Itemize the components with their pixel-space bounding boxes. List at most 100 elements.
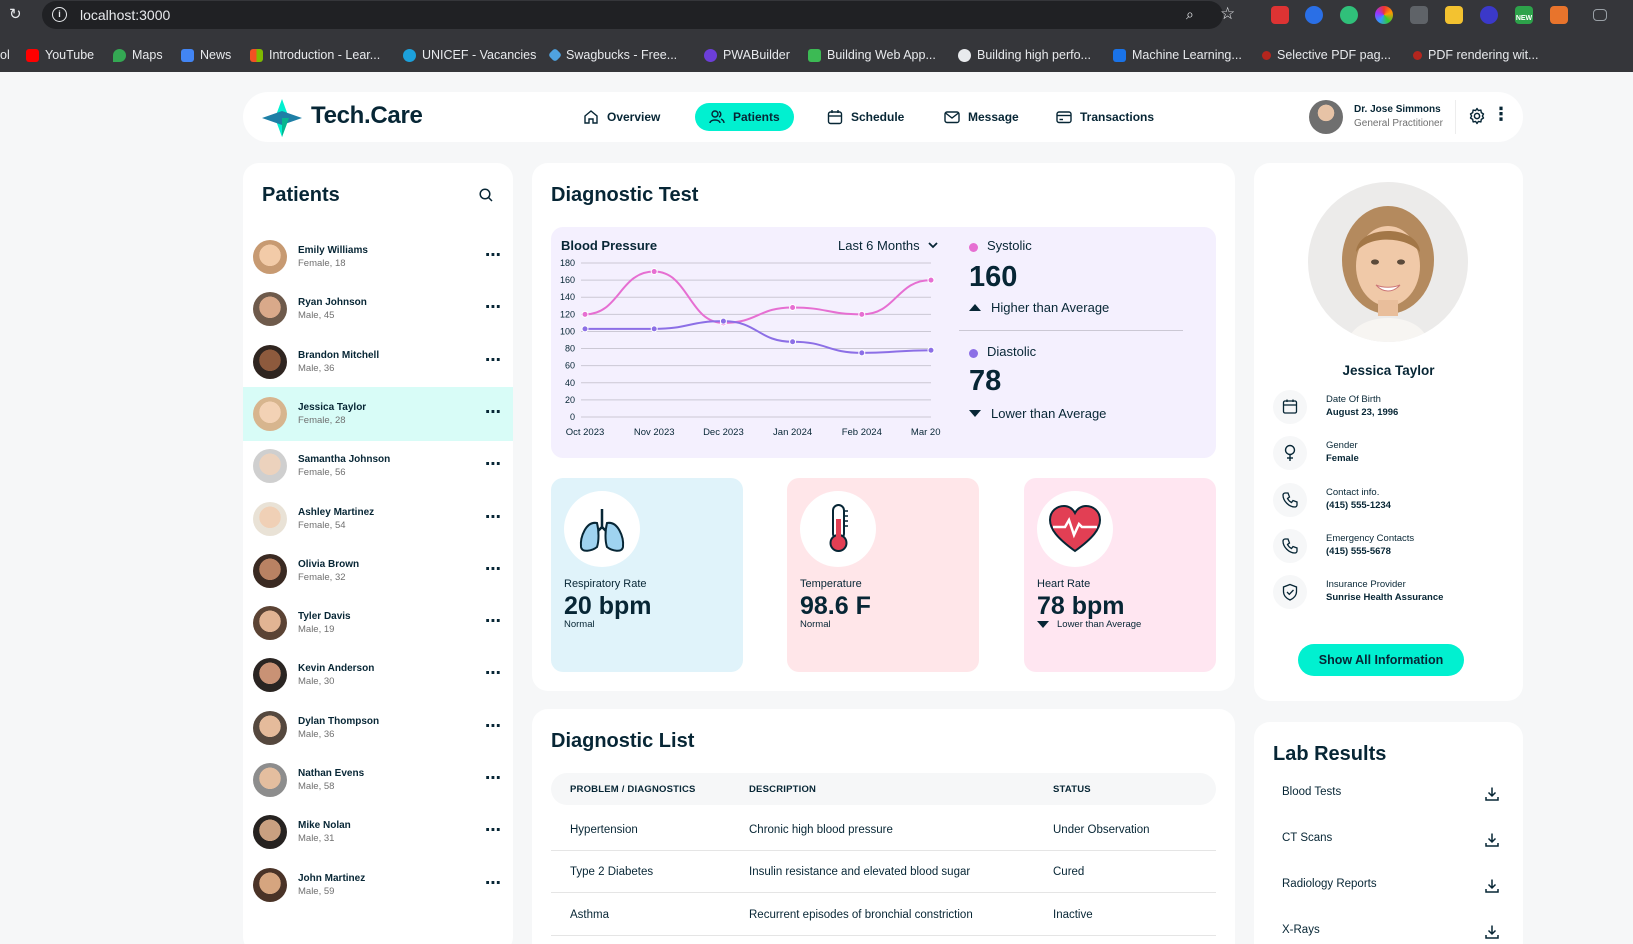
nav-schedule[interactable]: Schedule xyxy=(813,103,918,131)
more-horizontal-icon[interactable]: ⋯ xyxy=(485,716,502,736)
extension-icon[interactable] xyxy=(1340,6,1358,24)
bookmark-star-icon[interactable]: ☆ xyxy=(1220,4,1235,24)
patient-list-item[interactable]: Emily Williams Female, 18 ⋯ xyxy=(243,230,513,284)
patient-list-item[interactable]: Mike Nolan Male, 31 ⋯ xyxy=(243,805,513,859)
bookmark-item[interactable]: Building Web App... xyxy=(808,48,936,62)
show-all-information-button[interactable]: Show All Information xyxy=(1298,644,1464,676)
side-panel-icon[interactable] xyxy=(1593,9,1607,21)
patient-list-item[interactable]: Ashley Martinez Female, 54 ⋯ xyxy=(243,492,513,546)
bookmark-item[interactable]: Machine Learning... xyxy=(1113,48,1242,62)
nav-transactions[interactable]: Transactions xyxy=(1042,103,1168,131)
lab-result-item[interactable]: Blood Tests xyxy=(1282,786,1502,806)
nav-label: Patients xyxy=(733,110,780,124)
bookmark-item[interactable]: PWABuilder xyxy=(704,48,790,62)
patient-list-item[interactable]: Tyler Davis Male, 19 ⋯ xyxy=(243,596,513,650)
table-cell: Inactive xyxy=(1053,909,1093,921)
patient-photo xyxy=(1308,182,1468,342)
more-horizontal-icon[interactable]: ⋯ xyxy=(485,507,502,527)
bookmark-item[interactable]: PDF rendering wit... xyxy=(1413,48,1538,62)
download-icon[interactable] xyxy=(1484,832,1500,848)
info-label: Contact info. xyxy=(1326,487,1380,498)
extension-icon[interactable] xyxy=(1550,6,1568,24)
bookmark-item[interactable]: News xyxy=(181,48,231,62)
chevron-down-icon xyxy=(928,242,938,249)
patient-list-item[interactable]: Olivia Brown Female, 32 ⋯ xyxy=(243,544,513,598)
bookmark-item[interactable]: Maps xyxy=(113,48,163,62)
extension-icon[interactable] xyxy=(1445,6,1463,24)
extension-icon[interactable] xyxy=(1480,6,1498,24)
bookmark-favicon xyxy=(1262,50,1271,60)
more-horizontal-icon[interactable]: ⋯ xyxy=(485,611,502,631)
column-header: PROBLEM / DIAGNOSTICS xyxy=(570,784,696,795)
more-horizontal-icon[interactable]: ⋯ xyxy=(485,768,502,788)
address-bar-url[interactable]: localhost:3000 xyxy=(80,7,170,23)
patient-name: Nathan Evens xyxy=(298,768,365,779)
arrow-down-icon xyxy=(1037,621,1049,628)
patient-list-item[interactable]: Jessica Taylor Female, 28 ⋯ xyxy=(243,386,513,441)
lab-result-item[interactable]: X-Rays xyxy=(1282,924,1502,944)
patient-name: Brandon Mitchell xyxy=(298,349,380,361)
bookmark-item[interactable]: Introduction - Lear... xyxy=(250,48,380,62)
info-value: August 23, 1996 xyxy=(1326,407,1399,418)
zoom-icon[interactable]: ⌕ xyxy=(1186,6,1194,23)
home-icon xyxy=(584,110,598,124)
more-horizontal-icon[interactable]: ⋯ xyxy=(485,820,502,840)
vital-note-label: Lower than Average xyxy=(1057,619,1142,630)
bookmark-item[interactable]: UNICEF - Vacancies xyxy=(403,48,536,62)
lab-result-item[interactable]: Radiology Reports xyxy=(1282,878,1502,898)
download-icon[interactable] xyxy=(1484,924,1500,940)
nav-message[interactable]: Message xyxy=(930,103,1033,131)
extension-icon[interactable] xyxy=(1375,6,1393,24)
site-info-icon[interactable]: i xyxy=(52,7,67,22)
more-horizontal-icon[interactable]: ⋯ xyxy=(485,873,502,893)
vital-label: Respiratory Rate xyxy=(564,578,647,590)
lab-result-label: Blood Tests xyxy=(1282,786,1342,798)
brand-name[interactable]: Tech.Care xyxy=(311,102,423,130)
download-icon[interactable] xyxy=(1484,786,1500,802)
gear-icon[interactable] xyxy=(1468,107,1486,125)
patient-list-item[interactable]: John Martinez Male, 59 ⋯ xyxy=(243,858,513,912)
patient-list-item[interactable]: Kevin Anderson Male, 30 ⋯ xyxy=(243,648,513,702)
vital-value: 98.6 F xyxy=(800,592,871,620)
table-row: Type 2 Diabetes Insulin resistance and e… xyxy=(551,851,1216,893)
patient-list-item[interactable]: Ryan Johnson Male, 45 ⋯ xyxy=(243,282,513,336)
address-bar[interactable] xyxy=(42,1,1223,29)
systolic-value: 160 xyxy=(969,261,1018,293)
nav-overview[interactable]: Overview xyxy=(569,103,674,131)
more-horizontal-icon[interactable]: ⋯ xyxy=(485,350,502,370)
bookmark-item[interactable]: ol xyxy=(0,48,10,62)
patient-avatar xyxy=(253,396,287,431)
more-horizontal-icon[interactable]: ⋯ xyxy=(485,297,502,317)
range-select[interactable]: Last 6 Months xyxy=(838,238,938,253)
bookmark-item[interactable]: Building high perfo... xyxy=(958,48,1091,62)
more-vertical-icon[interactable]: ⋮ xyxy=(1492,104,1510,124)
reload-icon[interactable]: ↻ xyxy=(9,7,25,23)
more-horizontal-icon[interactable]: ⋯ xyxy=(485,663,502,683)
bookmark-item[interactable]: Swagbucks - Free... xyxy=(547,47,677,63)
nav-label: Schedule xyxy=(851,110,905,124)
bookmark-item[interactable]: Selective PDF pag... xyxy=(1262,48,1391,62)
bookmark-item[interactable]: YouTube xyxy=(26,48,94,62)
extension-icon[interactable] xyxy=(1271,6,1289,24)
techcare-logo-icon xyxy=(262,99,302,137)
lab-result-item[interactable]: CT Scans xyxy=(1282,832,1502,852)
more-horizontal-icon[interactable]: ⋯ xyxy=(485,245,502,265)
extension-icon[interactable] xyxy=(1410,6,1428,24)
download-icon[interactable] xyxy=(1484,878,1500,894)
patient-list-item[interactable]: Nathan Evens Male, 58 ⋯ xyxy=(243,753,513,807)
more-horizontal-icon[interactable]: ⋯ xyxy=(485,402,502,422)
extension-icon[interactable] xyxy=(1305,6,1323,24)
bookmark-label: Building Web App... xyxy=(827,48,936,62)
patient-list-item[interactable]: Dylan Thompson Male, 36 ⋯ xyxy=(243,701,513,755)
female-icon xyxy=(1273,436,1307,470)
more-horizontal-icon[interactable]: ⋯ xyxy=(485,559,502,579)
extension-new-badge[interactable]: NEW xyxy=(1515,6,1533,24)
doctor-avatar[interactable] xyxy=(1309,100,1343,134)
search-icon[interactable] xyxy=(478,187,494,203)
lab-result-label: Radiology Reports xyxy=(1282,878,1377,890)
nav-patients[interactable]: Patients xyxy=(695,103,794,131)
patient-list-item[interactable]: Samantha Johnson Female, 56 ⋯ xyxy=(243,439,513,493)
patient-list-item[interactable]: Brandon Mitchell Male, 36 ⋯ xyxy=(243,335,513,389)
bookmark-favicon xyxy=(1113,48,1126,62)
more-horizontal-icon[interactable]: ⋯ xyxy=(485,454,502,474)
